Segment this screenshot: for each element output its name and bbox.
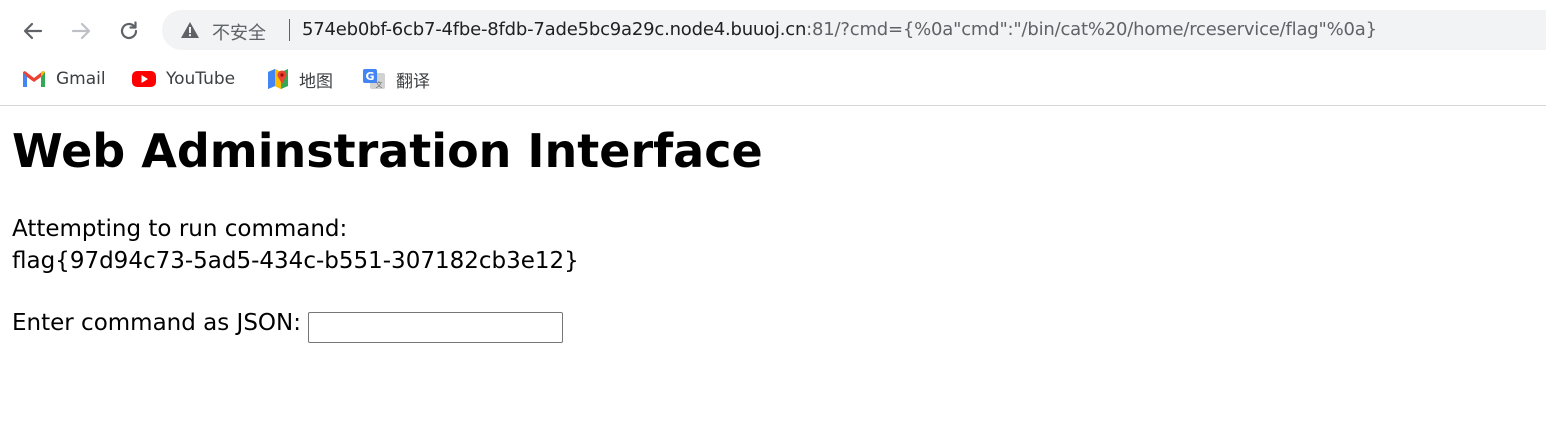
svg-text:G: G	[365, 70, 374, 83]
reload-icon	[120, 21, 138, 40]
bookmark-label: 翻译	[396, 71, 430, 92]
page-title: Web Adminstration Interface	[12, 124, 763, 178]
translate-icon: G 文	[362, 68, 386, 90]
arrow-right-icon	[71, 22, 91, 40]
command-output: flag{97d94c73-5ad5-434c-b551-307182cb3e1…	[12, 248, 579, 274]
address-separator	[289, 19, 290, 41]
bookmark-youtube[interactable]: YouTube	[132, 62, 235, 96]
reload-button[interactable]	[112, 14, 146, 48]
gmail-icon	[22, 70, 46, 88]
bookmarks-bar: Gmail YouTube 地图 G 文 翻译	[0, 62, 1546, 96]
address-bar[interactable]: 不安全 574eb0bf-6cb7-4fbe-8fdb-7ade5bc9a29c…	[162, 10, 1546, 50]
bookmark-translate[interactable]: G 文 翻译	[362, 62, 430, 96]
security-status-label[interactable]: 不安全	[212, 19, 266, 45]
command-json-input[interactable]	[308, 312, 563, 343]
bookmark-label: 地图	[299, 71, 333, 92]
url-text[interactable]: 574eb0bf-6cb7-4fbe-8fdb-7ade5bc9a29c.nod…	[302, 19, 1377, 40]
svg-text:文: 文	[376, 80, 383, 89]
bookmark-label: Gmail	[56, 69, 106, 89]
attempt-label: Attempting to run command:	[12, 216, 348, 242]
command-input-label: Enter command as JSON:	[12, 310, 301, 336]
bookmark-gmail[interactable]: Gmail	[22, 62, 106, 96]
bookmark-maps[interactable]: 地图	[267, 62, 333, 96]
forward-button[interactable]	[64, 14, 98, 48]
arrow-left-icon	[23, 22, 43, 40]
warning-triangle-icon[interactable]	[180, 21, 200, 39]
youtube-icon	[132, 70, 156, 88]
browser-toolbar: 不安全 574eb0bf-6cb7-4fbe-8fdb-7ade5bc9a29c…	[0, 0, 1546, 106]
url-path: :81/?cmd={%0a"cmd":"/bin/cat%20/home/rce…	[806, 19, 1377, 40]
url-host: 574eb0bf-6cb7-4fbe-8fdb-7ade5bc9a29c.nod…	[302, 19, 807, 40]
maps-icon	[267, 68, 289, 90]
bookmark-label: YouTube	[166, 69, 236, 89]
back-button[interactable]	[16, 14, 50, 48]
